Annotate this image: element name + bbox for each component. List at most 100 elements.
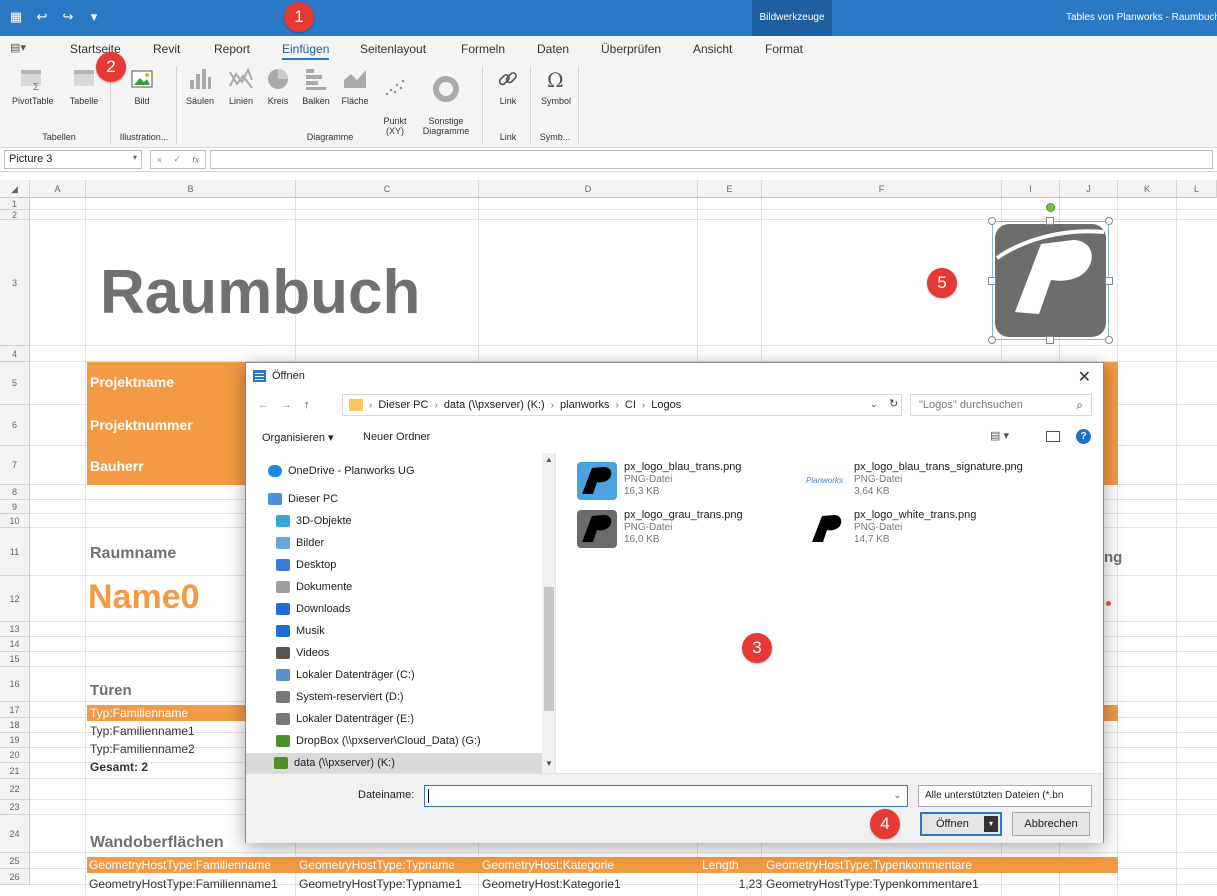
rotate-handle[interactable] — [1046, 203, 1055, 212]
row-header-10[interactable]: 10 — [0, 514, 30, 528]
nav-item-2[interactable]: 3D-Objekte — [276, 511, 352, 531]
view-options-icon[interactable]: ▤ ▾ — [990, 429, 1009, 442]
cell-wand-r4[interactable]: 1,23 — [700, 877, 762, 891]
row-header-9[interactable]: 9 — [0, 500, 30, 514]
preview-pane-icon[interactable] — [1046, 431, 1060, 442]
resize-handle-e[interactable] — [1105, 277, 1113, 285]
undo-icon[interactable]: ↩ — [34, 9, 50, 25]
open-button[interactable]: Öffnen ▾ — [920, 812, 1002, 836]
chevron-down-icon[interactable]: ▾ — [86, 9, 102, 25]
crumb-planworks[interactable]: planworks — [560, 399, 610, 411]
column-header-d[interactable]: D — [479, 180, 698, 198]
nav-item-7[interactable]: Musik — [276, 621, 325, 641]
flaeche-button[interactable]: Fläche — [338, 66, 372, 106]
tab-einfuegen[interactable]: Einfügen — [282, 42, 330, 60]
cell-wand-h5[interactable]: GeometryHostType:Typenkommentare — [766, 858, 972, 872]
nav-item-11[interactable]: Lokaler Datenträger (E:) — [276, 709, 414, 729]
column-header-f[interactable]: F — [762, 180, 1002, 198]
cell-gesamt[interactable]: Gesamt: 2 — [90, 760, 148, 774]
row-header-4[interactable]: 4 — [0, 346, 30, 362]
crumb-data[interactable]: data (\\pxserver) (K:) — [444, 399, 545, 411]
cell-bauherr[interactable]: Bauherr — [90, 458, 144, 474]
crumb-ci[interactable]: CI — [625, 399, 636, 411]
column-header-b[interactable]: B — [86, 180, 296, 198]
tab-seitenlayout[interactable]: Seitenlayout — [360, 42, 426, 56]
pivot-table-button[interactable]: Σ PivotTable — [12, 66, 54, 106]
scroll-thumb[interactable] — [544, 587, 554, 711]
cell-wandoberflaechen[interactable]: Wandoberflächen — [90, 834, 224, 852]
resize-handle-s[interactable] — [1046, 336, 1054, 344]
resize-handle-w[interactable] — [988, 277, 996, 285]
row-header-2[interactable]: 2 — [0, 210, 30, 220]
resize-handle-se[interactable] — [1105, 336, 1113, 344]
row-header-21[interactable]: 21 — [0, 763, 30, 779]
cell-wand-r3[interactable]: GeometryHost:Kategorie1 — [482, 877, 621, 891]
cell-tueren-row-1[interactable]: Typ:Familienname1 — [90, 724, 195, 738]
punkt-button[interactable]: Punkt (XY) — [378, 66, 412, 136]
row-header-22[interactable]: 22 — [0, 779, 30, 800]
row-header-26[interactable]: 26 — [0, 869, 30, 885]
row-header-7[interactable]: 7 — [0, 446, 30, 485]
nav-item-8[interactable]: Videos — [276, 643, 329, 663]
cancel-button[interactable]: Abbrechen — [1012, 812, 1090, 836]
sheet-title[interactable]: Raumbuch — [100, 258, 420, 328]
cell-projektname[interactable]: Projektname — [90, 374, 174, 390]
cell-wand-h3[interactable]: GeometryHost:Kategorie — [482, 858, 614, 872]
row-header-23[interactable]: 23 — [0, 800, 30, 815]
organize-button[interactable]: Organisieren ▾ — [262, 431, 334, 444]
column-header-j[interactable]: J — [1060, 180, 1118, 198]
chevron-down-icon[interactable]: ⌄ — [870, 399, 878, 410]
row-header-25[interactable]: 25 — [0, 853, 30, 869]
cell-wand-r1[interactable]: GeometryHostType:Familienname1 — [89, 877, 278, 891]
enter-icon[interactable]: ✓ — [173, 154, 181, 165]
balken-button[interactable]: Balken — [300, 66, 332, 106]
file-menu-icon[interactable]: ▤▾ — [10, 41, 26, 54]
link-button[interactable]: Link — [492, 66, 524, 106]
cell-wand-h2[interactable]: GeometryHostType:Typname — [299, 858, 455, 872]
row-header-17[interactable]: 17 — [0, 702, 30, 718]
redo-icon[interactable]: ↪ — [60, 9, 76, 25]
resize-handle-ne[interactable] — [1105, 217, 1113, 225]
resize-handle-nw[interactable] — [988, 217, 996, 225]
resize-handle-n[interactable] — [1046, 217, 1054, 225]
name-box[interactable]: Picture 3 ▾ — [4, 150, 142, 169]
cell-tueren-row-2[interactable]: Typ:Familienname2 — [90, 742, 195, 756]
saeulen-button[interactable]: Säulen — [184, 66, 216, 106]
column-header-k[interactable]: K — [1118, 180, 1177, 198]
column-header-i[interactable]: I — [1002, 180, 1060, 198]
row-header-18[interactable]: 18 — [0, 718, 30, 733]
tab-format[interactable]: Format — [765, 42, 803, 56]
scroll-down-icon[interactable]: ▼ — [545, 759, 553, 768]
bild-button[interactable]: Bild — [122, 66, 162, 106]
nav-item-13[interactable]: data (\\pxserver) (K:) — [246, 753, 542, 773]
help-icon[interactable]: ? — [1076, 429, 1091, 444]
crumb-logos[interactable]: Logos — [651, 399, 681, 411]
symbol-button[interactable]: Ω Symbol — [536, 66, 576, 106]
cell-raumname-label[interactable]: Raumname — [90, 545, 176, 563]
tab-report[interactable]: Report — [214, 42, 250, 56]
row-header-20[interactable]: 20 — [0, 748, 30, 763]
row-header-6[interactable]: 6 — [0, 405, 30, 446]
up-icon[interactable]: ↑ — [304, 399, 310, 411]
tab-ueberpruefen[interactable]: Überprüfen — [601, 42, 661, 56]
cell-raumname-value[interactable]: Name0 — [88, 578, 200, 617]
search-icon[interactable]: ⌕ — [1076, 398, 1083, 413]
back-icon[interactable]: ← — [258, 399, 269, 411]
nav-item-12[interactable]: DropBox (\\pxserver\Cloud_Data) (G:) — [276, 731, 481, 751]
cell-wand-r2[interactable]: GeometryHostType:Typname1 — [299, 877, 462, 891]
nav-item-9[interactable]: Lokaler Datenträger (C:) — [276, 665, 415, 685]
column-header-a[interactable]: A — [30, 180, 86, 198]
tab-formeln[interactable]: Formeln — [461, 42, 505, 56]
nav-item-3[interactable]: Bilder — [276, 533, 324, 553]
column-header-e[interactable]: E — [698, 180, 762, 198]
cell-wand-h4[interactable]: Length — [702, 858, 739, 872]
filename-input[interactable]: ⌄ — [424, 785, 908, 807]
cell-wand-r5[interactable]: GeometryHostType:Typenkommentare1 — [766, 877, 979, 891]
row-header-15[interactable]: 15 — [0, 652, 30, 667]
crumb-dieser-pc[interactable]: Dieser PC — [378, 399, 428, 411]
cell-tueren-header[interactable]: Typ:Familienname — [90, 706, 188, 720]
nav-item-4[interactable]: Desktop — [276, 555, 336, 575]
row-header-13[interactable]: 13 — [0, 622, 30, 637]
refresh-icon[interactable]: ↻ — [889, 397, 898, 410]
sonstige-diagramme-button[interactable]: Sonstige Diagramme — [416, 66, 476, 136]
